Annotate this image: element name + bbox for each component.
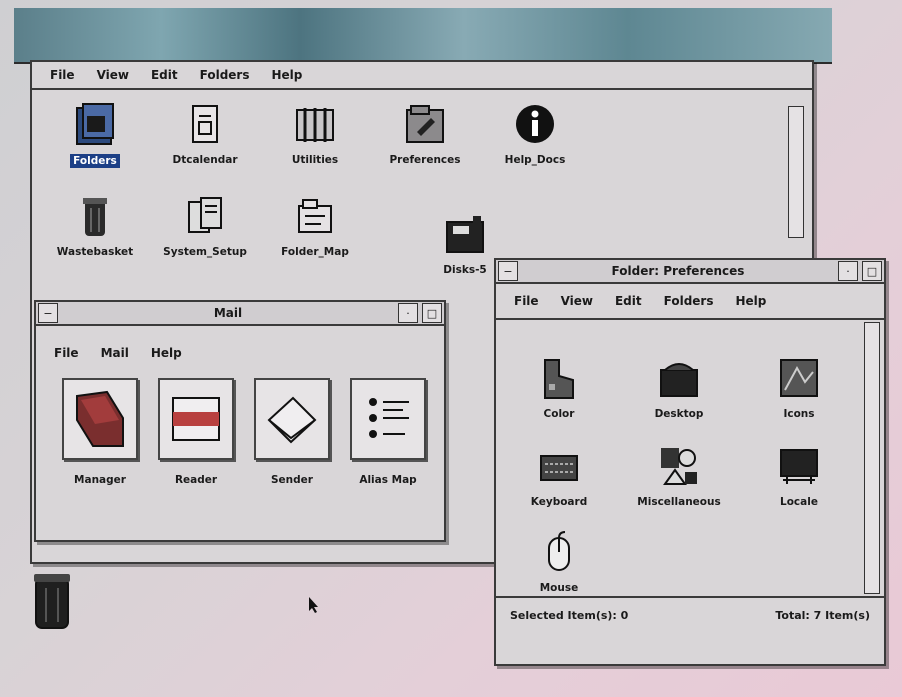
mouse-pointer-icon [308, 596, 320, 617]
calendar-icon [182, 102, 228, 148]
mail-item-label-reader: Reader [174, 474, 218, 486]
prefs-menu-folders[interactable]: Folders [664, 294, 714, 308]
preferences-vertical-scrollbar[interactable] [864, 322, 880, 594]
desktop-icon-system-setup[interactable]: System_Setup [150, 194, 260, 258]
desktop-icon-folders[interactable]: Folders [40, 102, 150, 168]
status-selected-count: Selected Item(s): 0 [510, 608, 629, 622]
disk-icon [442, 212, 488, 258]
pref-item-desktop[interactable]: Desktop [624, 356, 734, 420]
desktop-icon-help-docs[interactable]: Help_Docs [480, 102, 590, 166]
reader-icon [158, 378, 234, 460]
pref-item-icons[interactable]: Icons [744, 356, 854, 420]
minimize-button[interactable]: · [398, 303, 418, 323]
prefs-maximize-button[interactable]: □ [862, 261, 882, 281]
trash-can-icon[interactable] [30, 570, 74, 632]
sender-icon [254, 378, 330, 460]
preferences-window-title: Folder: Preferences [611, 264, 745, 278]
pref-item-color[interactable]: Color [504, 356, 614, 420]
mail-titlebar[interactable]: − Mail · □ [36, 302, 444, 326]
prefs-menu-help[interactable]: Help [735, 294, 766, 308]
icons-icon [776, 356, 822, 402]
icon-label-dtcalendar: Dtcalendar [172, 154, 238, 166]
prefs-menu-edit[interactable]: Edit [615, 294, 642, 308]
preferences-icon [402, 102, 448, 148]
mail-item-label-alias-map: Alias Map [359, 474, 417, 486]
pref-item-keyboard[interactable]: Keyboard [504, 444, 614, 508]
locale-icon [776, 444, 822, 490]
mail-menu-help[interactable]: Help [151, 346, 182, 360]
pref-item-locale[interactable]: Locale [744, 444, 854, 508]
mail-menu-mail[interactable]: Mail [101, 346, 129, 360]
prefs-window-menu-button[interactable]: − [498, 261, 518, 281]
utilities-icon [292, 102, 338, 148]
menu-edit[interactable]: Edit [151, 68, 178, 82]
main-menubar: File View Edit Folders Help [32, 62, 812, 90]
info-icon [512, 102, 558, 148]
miscellaneous-icon [656, 444, 702, 490]
icon-label-disks: Disks-5 [443, 264, 487, 276]
desktop-icon-wastebasket[interactable]: Wastebasket [40, 194, 150, 258]
desktop-top-panel [14, 8, 832, 64]
manager-icon [62, 378, 138, 460]
preferences-menubar: File View Edit Folders Help [496, 284, 884, 320]
pref-label-miscellaneous: Miscellaneous [637, 496, 721, 508]
main-vertical-scrollbar[interactable] [788, 106, 804, 238]
icon-label-utilities: Utilities [291, 154, 339, 166]
desktop-icon [656, 356, 702, 402]
mail-item-sender[interactable]: Sender [254, 378, 330, 486]
keyboard-icon [536, 444, 582, 490]
folder-map-icon [292, 194, 338, 240]
icon-label-preferences: Preferences [389, 154, 461, 166]
alias-map-icon [350, 378, 426, 460]
pref-label-locale: Locale [780, 496, 818, 508]
wastebasket-icon [72, 194, 118, 240]
desktop-icon-preferences[interactable]: Preferences [370, 102, 480, 166]
mail-menubar: File Mail Help [36, 340, 444, 366]
menu-file[interactable]: File [50, 68, 75, 82]
window-menu-button[interactable]: − [38, 303, 58, 323]
mail-menu-file[interactable]: File [54, 346, 79, 360]
mail-window-title: Mail [213, 306, 243, 320]
mouse-icon [536, 530, 582, 576]
mail-item-label-manager: Manager [74, 474, 126, 486]
mail-window: − Mail · □ File Mail Help Manager Reader… [34, 300, 446, 542]
icon-label-help-docs: Help_Docs [504, 154, 566, 166]
pref-label-desktop: Desktop [654, 408, 704, 420]
menu-view[interactable]: View [97, 68, 129, 82]
folders-icon [72, 102, 118, 148]
icon-label-folder-map: Folder_Map [281, 246, 349, 258]
prefs-menu-view[interactable]: View [561, 294, 593, 308]
mail-item-manager[interactable]: Manager [62, 378, 138, 486]
desktop-icon-utilities[interactable]: Utilities [260, 102, 370, 166]
preferences-window: − Folder: Preferences · □ File View Edit… [494, 258, 886, 666]
mail-item-reader[interactable]: Reader [158, 378, 234, 486]
icon-label-folders: Folders [70, 154, 120, 168]
system-setup-icon [182, 194, 228, 240]
icon-label-wastebasket: Wastebasket [56, 246, 134, 258]
menu-folders[interactable]: Folders [200, 68, 250, 82]
preferences-statusbar: Selected Item(s): 0 Total: 7 Item(s) [496, 596, 884, 632]
mail-item-label-sender: Sender [271, 474, 313, 486]
desktop-icon-folder-map[interactable]: Folder_Map [260, 194, 370, 258]
pref-label-color: Color [543, 408, 575, 420]
maximize-button[interactable]: □ [422, 303, 442, 323]
mail-item-alias-map[interactable]: Alias Map [350, 378, 426, 486]
preferences-titlebar[interactable]: − Folder: Preferences · □ [496, 260, 884, 284]
pref-label-icons: Icons [783, 408, 815, 420]
pref-label-keyboard: Keyboard [530, 496, 588, 508]
status-total-count: Total: 7 Item(s) [775, 608, 870, 622]
prefs-menu-file[interactable]: File [514, 294, 539, 308]
icon-label-system-setup: System_Setup [163, 246, 247, 258]
desktop-icon-dtcalendar[interactable]: Dtcalendar [150, 102, 260, 166]
pref-item-mouse[interactable]: Mouse [504, 530, 614, 594]
menu-help[interactable]: Help [271, 68, 302, 82]
pref-label-mouse: Mouse [539, 582, 579, 594]
color-icon [536, 356, 582, 402]
prefs-minimize-button[interactable]: · [838, 261, 858, 281]
pref-item-miscellaneous[interactable]: Miscellaneous [624, 444, 734, 508]
